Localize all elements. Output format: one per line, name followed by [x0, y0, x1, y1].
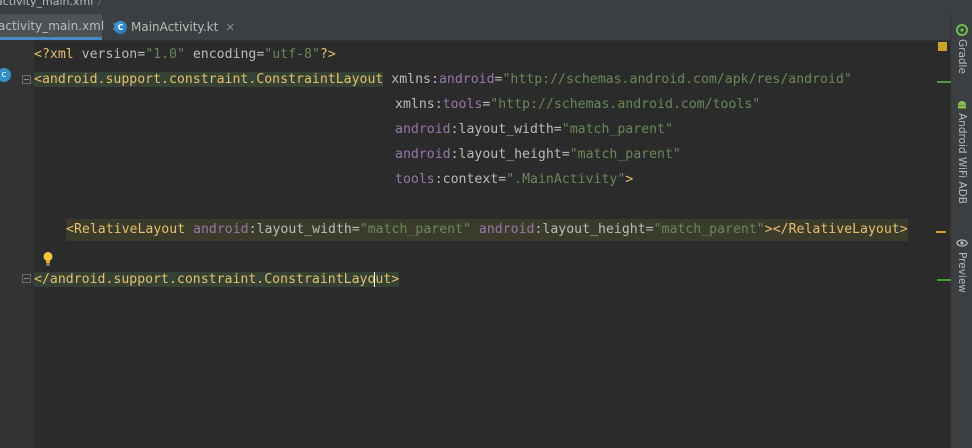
code-line-6[interactable]: tools:context=".MainActivity">: [395, 169, 633, 191]
tab-label: MainActivity.kt: [131, 20, 219, 34]
breadcrumb-chevron-icon: 〉: [96, 0, 108, 8]
android-icon: [958, 101, 966, 109]
editor-tab-bar: activity_main.xml × C MainActivity.kt ×: [0, 14, 950, 41]
error-stripe[interactable]: [934, 41, 950, 448]
code-line-4[interactable]: android:layout_width="match_parent": [395, 119, 673, 141]
tool-gradle[interactable]: Gradle: [953, 24, 971, 74]
gradle-icon: [956, 24, 968, 36]
code-line-1[interactable]: <?xml version="1.0" encoding="utf-8"?>: [34, 44, 336, 66]
change-marker: [937, 81, 951, 83]
code-editor[interactable]: <?xml version="1.0" encoding="utf-8"?> <…: [34, 41, 934, 448]
tab-label: activity_main.xml: [0, 18, 105, 33]
editor-gutter[interactable]: c: [0, 41, 34, 448]
lightbulb-icon[interactable]: [42, 251, 54, 267]
code-line-8[interactable]: <RelativeLayout android:layout_width="ma…: [66, 219, 908, 241]
close-icon[interactable]: ×: [225, 20, 235, 34]
right-tool-window-bar: Gradle Android WiFi ADB Preview: [937, 14, 972, 448]
code-line-2[interactable]: <android.support.constraint.ConstraintLa…: [34, 69, 852, 91]
fold-collapse-icon[interactable]: [22, 274, 31, 283]
tool-android-wifi-adb[interactable]: Android WiFi ADB: [953, 98, 971, 204]
eye-icon: [956, 239, 968, 247]
text-caret: ut: [374, 272, 392, 287]
code-line-10[interactable]: </android.support.constraint.ConstraintL…: [34, 269, 400, 291]
code-line-3[interactable]: xmlns:tools="http://schemas.android.com/…: [395, 94, 760, 116]
warning-marker[interactable]: [936, 231, 946, 233]
code-line-5[interactable]: android:layout_height="match_parent": [395, 144, 681, 166]
fold-collapse-icon[interactable]: [22, 75, 31, 84]
breadcrumb-file[interactable]: activity_main.xml: [0, 0, 93, 8]
tab-activity-main-xml[interactable]: activity_main.xml ×: [0, 14, 121, 40]
kotlin-file-icon: C: [114, 20, 127, 34]
breadcrumb[interactable]: activity_main.xml 〉: [0, 0, 972, 14]
android-layout-icon[interactable]: c: [0, 68, 11, 82]
tool-preview[interactable]: Preview: [953, 237, 971, 293]
inspection-status-icon[interactable]: [938, 42, 947, 51]
tab-main-activity-kt[interactable]: C MainActivity.kt ×: [110, 14, 236, 40]
change-marker: [937, 279, 951, 281]
